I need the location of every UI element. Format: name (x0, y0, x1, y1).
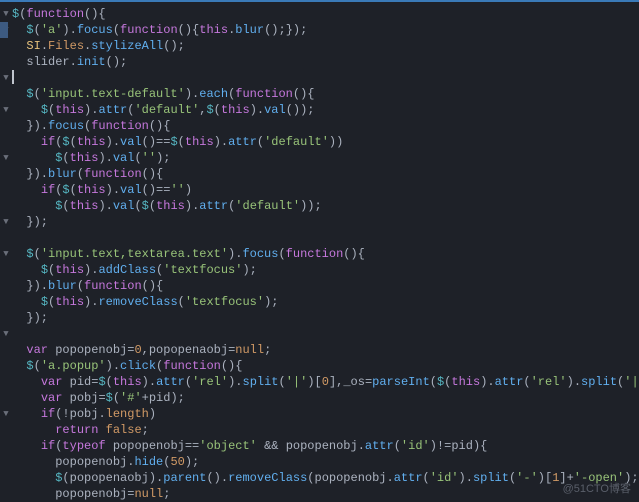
code-line[interactable]: return false; (12, 422, 639, 438)
code-line[interactable]: $('input.text-default').each(function(){ (12, 86, 639, 102)
code-line[interactable]: var pid=$(this).attr('rel').split('|')[0… (12, 374, 639, 390)
code-line[interactable]: }).blur(function(){ (12, 278, 639, 294)
gutter-blank (0, 342, 12, 358)
code-line[interactable]: if(!pobj.length) (12, 406, 639, 422)
code-line[interactable]: var pobj=$('#'+pid); (12, 390, 639, 406)
code-line[interactable]: SI.Files.stylizeAll(); (12, 38, 639, 54)
code-area[interactable]: $(function(){ $('a').focus(function(){th… (12, 2, 639, 500)
code-line[interactable]: $('a').focus(function(){this.blur();}); (12, 22, 639, 38)
selection-highlight (0, 22, 8, 38)
fold-toggle-icon[interactable]: ▼ (0, 406, 12, 422)
code-line[interactable]: $('input.text,textarea.text').focus(func… (12, 246, 639, 262)
code-line[interactable]: }).focus(function(){ (12, 118, 639, 134)
gutter-blank (0, 454, 12, 470)
code-line[interactable]: $(this).val(''); (12, 150, 639, 166)
gutter-blank (0, 374, 12, 390)
gutter-blank (0, 86, 12, 102)
fold-toggle-icon[interactable]: ▼ (0, 70, 12, 86)
code-line[interactable]: var popopenobj=0,popopenaobj=null; (12, 342, 639, 358)
code-line[interactable]: $(popopenaobj).parent().removeClass(popo… (12, 470, 639, 486)
gutter-blank (0, 166, 12, 182)
gutter-blank (0, 262, 12, 278)
code-line[interactable] (12, 70, 639, 86)
code-line[interactable]: $('a.popup').click(function(){ (12, 358, 639, 374)
gutter-blank (0, 278, 12, 294)
fold-gutter: ▼▼▼▼▼▼▼▼▼ (0, 2, 12, 500)
gutter-blank (0, 422, 12, 438)
fold-toggle-icon[interactable]: ▼ (0, 102, 12, 118)
code-line[interactable]: if($(this).val()=='') (12, 182, 639, 198)
gutter-blank (0, 358, 12, 374)
code-line[interactable]: if($(this).val()==$(this).attr('default'… (12, 134, 639, 150)
gutter-blank (0, 438, 12, 454)
code-line[interactable]: }).blur(function(){ (12, 166, 639, 182)
gutter-blank (0, 230, 12, 246)
fold-toggle-icon[interactable]: ▼ (0, 6, 12, 22)
code-line[interactable]: $(this).val($(this).attr('default')); (12, 198, 639, 214)
code-line[interactable] (12, 230, 639, 246)
gutter-blank (0, 198, 12, 214)
watermark: @51CTO博客 (563, 480, 631, 496)
code-editor: ▼▼▼▼▼▼▼▼▼ $(function(){ $('a').focus(fun… (0, 2, 639, 500)
code-line[interactable]: if(typeof popopenobj=='object' && popope… (12, 438, 639, 454)
gutter-blank (0, 182, 12, 198)
code-line[interactable]: $(this).addClass('textfocus'); (12, 262, 639, 278)
code-line[interactable]: popopenobj=null; (12, 486, 639, 500)
gutter-blank (0, 470, 12, 486)
fold-toggle-icon[interactable]: ▼ (0, 326, 12, 342)
code-line[interactable]: popopenobj.hide(50); (12, 454, 639, 470)
code-line[interactable]: slider.init(); (12, 54, 639, 70)
text-cursor (12, 70, 14, 84)
fold-toggle-icon[interactable]: ▼ (0, 246, 12, 262)
code-line[interactable] (12, 326, 639, 342)
code-line[interactable]: }); (12, 214, 639, 230)
gutter-blank (0, 54, 12, 70)
gutter-blank (0, 38, 12, 54)
gutter-blank (0, 294, 12, 310)
gutter-blank (0, 390, 12, 406)
gutter-blank (0, 118, 12, 134)
code-line[interactable]: $(this).attr('default',$(this).val()); (12, 102, 639, 118)
gutter-blank (0, 134, 12, 150)
code-line[interactable]: $(function(){ (12, 6, 639, 22)
code-line[interactable]: $(this).removeClass('textfocus'); (12, 294, 639, 310)
fold-toggle-icon[interactable]: ▼ (0, 150, 12, 166)
code-line[interactable]: }); (12, 310, 639, 326)
fold-toggle-icon[interactable]: ▼ (0, 214, 12, 230)
gutter-blank (0, 310, 12, 326)
